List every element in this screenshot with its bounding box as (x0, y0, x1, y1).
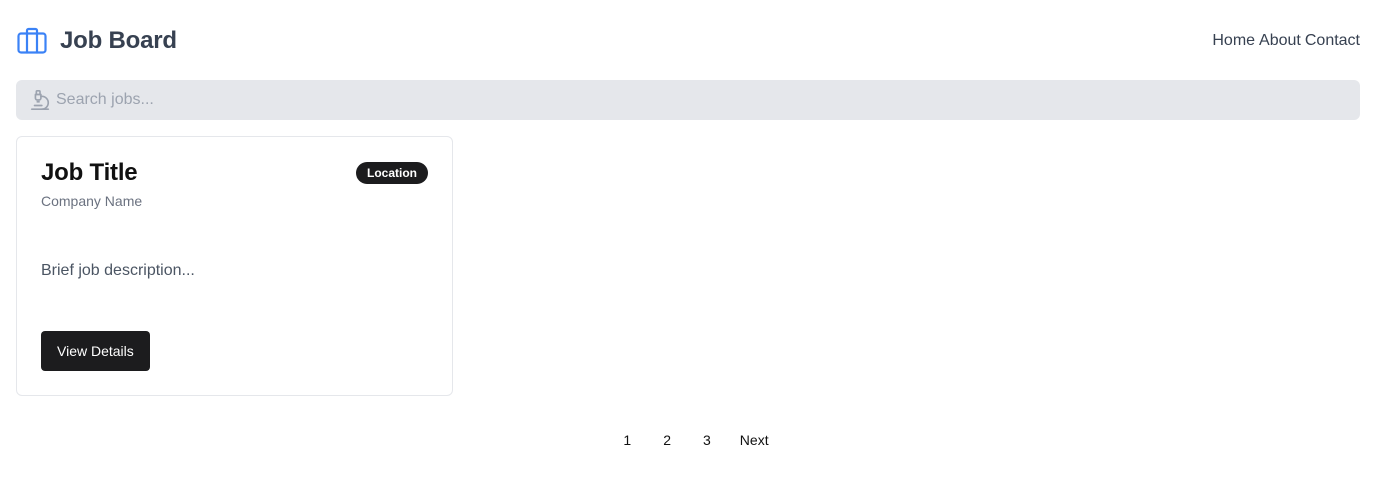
view-details-button[interactable]: View Details (41, 331, 150, 371)
nav-link-about[interactable]: About (1259, 32, 1301, 50)
job-description: Brief job description... (41, 262, 195, 279)
pagination: 1 2 3 Next (0, 428, 1376, 452)
brand[interactable]: Job Board (16, 25, 177, 57)
nav-link-home[interactable]: Home (1212, 32, 1255, 50)
nav-link-contact[interactable]: Contact (1305, 32, 1360, 50)
search-bar[interactable] (16, 80, 1360, 120)
microscope-icon (28, 88, 52, 112)
search-input[interactable] (56, 80, 1360, 120)
job-title: Job Title (41, 159, 138, 186)
location-badge: Location (356, 162, 428, 184)
page-link-3[interactable]: 3 (687, 432, 727, 448)
briefcase-icon (16, 25, 48, 57)
page-link-2[interactable]: 2 (647, 432, 687, 448)
page-link-1[interactable]: 1 (607, 432, 647, 448)
job-card: Job Title Location Company Name Brief jo… (16, 136, 453, 396)
next-page-link[interactable]: Next (727, 432, 769, 448)
main-nav: Home About Contact (1212, 32, 1360, 50)
site-header: Job Board Home About Contact (16, 24, 1360, 58)
company-name: Company Name (41, 193, 143, 209)
site-title: Job Board (60, 27, 177, 54)
